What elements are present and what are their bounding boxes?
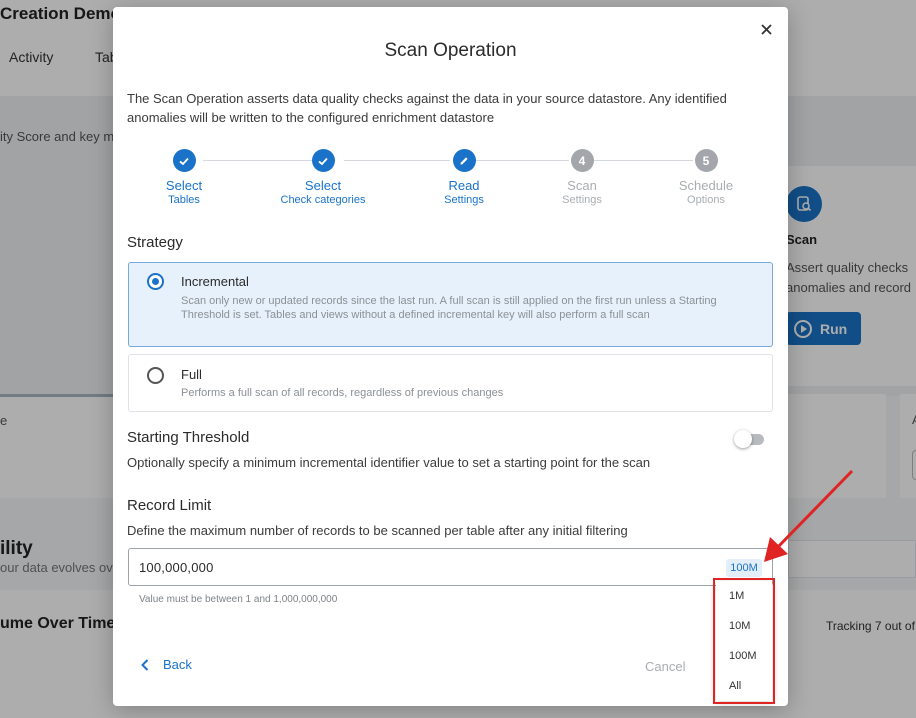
option-description: Performs a full scan of all records, reg… [181, 387, 504, 399]
step-scan-settings[interactable]: 4 Scan Settings [517, 149, 647, 207]
step-schedule-options[interactable]: 5 Schedule Options [641, 149, 771, 207]
record-limit-description: Define the maximum number of records to … [127, 523, 628, 538]
back-button-label: Back [163, 657, 192, 672]
step-read-settings[interactable]: Read Settings [399, 149, 529, 207]
radio-incremental[interactable] [147, 273, 164, 290]
radio-full[interactable] [147, 367, 164, 384]
pencil-icon [452, 149, 476, 172]
step-subtitle: Check categories [280, 194, 366, 206]
starting-threshold-label: Starting Threshold [127, 429, 250, 446]
check-icon [311, 149, 335, 172]
step-subtitle: Options [687, 194, 725, 206]
step-subtitle: Tables [168, 194, 200, 206]
toggle-thumb [734, 430, 752, 448]
step-subtitle: Settings [562, 194, 602, 206]
option-description: Scan only new or updated records since t… [181, 295, 717, 321]
close-icon[interactable] [758, 21, 774, 37]
step-title: Read [448, 178, 480, 193]
step-number-badge: 5 [694, 149, 718, 172]
record-limit-helper: Value must be between 1 and 1,000,000,00… [139, 594, 338, 605]
step-title: Select [304, 178, 342, 193]
annotation-arrow-icon [764, 469, 854, 562]
step-title: Select [165, 178, 203, 193]
dialog-title: Scan Operation [384, 40, 517, 61]
cancel-button[interactable]: Cancel [645, 659, 685, 674]
step-title: Schedule [678, 178, 734, 193]
record-limit-unit-select[interactable]: 100M [726, 559, 762, 577]
record-limit-input[interactable]: 100,000,000 100M [128, 548, 773, 586]
step-title: Scan [567, 178, 597, 193]
annotation-highlight-box [713, 578, 775, 704]
scan-operation-dialog: Scan Operation The Scan Operation assert… [113, 7, 788, 706]
strategy-option-full[interactable]: Full Performs a full scan of all records… [128, 354, 773, 412]
option-title: Incremental [181, 274, 249, 289]
step-select-tables[interactable]: Select Tables [119, 149, 249, 207]
record-limit-label: Record Limit [127, 497, 212, 514]
strategy-label: Strategy [127, 234, 183, 251]
step-number-badge: 4 [570, 149, 594, 172]
dialog-intro: The Scan Operation asserts data quality … [127, 91, 727, 125]
back-button[interactable]: Back [141, 657, 192, 672]
option-title: Full [181, 367, 202, 382]
step-subtitle: Settings [444, 194, 484, 206]
strategy-option-incremental[interactable]: Incremental Scan only new or updated rec… [128, 262, 773, 347]
starting-threshold-toggle[interactable] [734, 430, 766, 448]
chevron-left-icon [141, 658, 149, 671]
step-select-check-categories[interactable]: Select Check categories [258, 149, 388, 207]
wizard-stepper: Select Tables Select Check categories Re… [113, 149, 788, 219]
starting-threshold-description: Optionally specify a minimum incremental… [127, 455, 651, 470]
check-icon [172, 149, 196, 172]
record-limit-value: 100,000,000 [139, 560, 214, 575]
